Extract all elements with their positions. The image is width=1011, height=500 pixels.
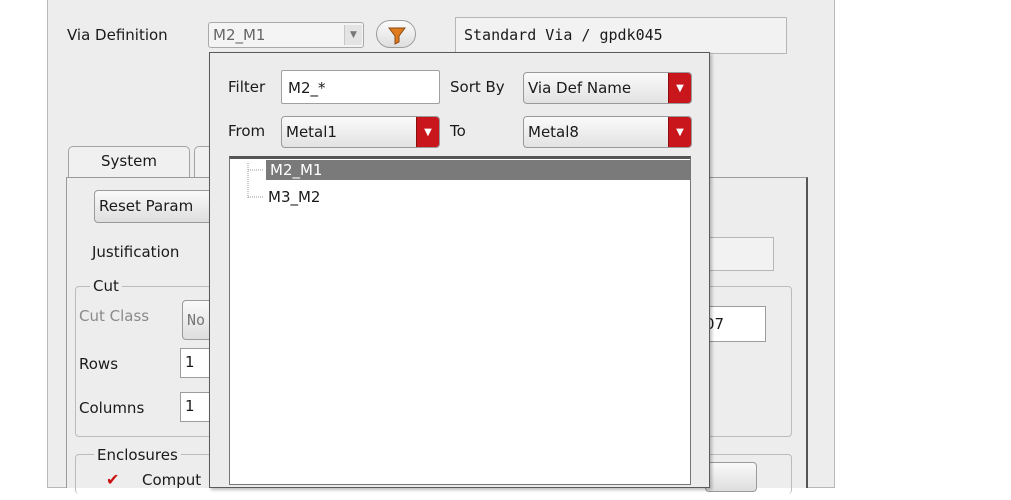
- compute-checkbox[interactable]: ✔: [106, 471, 119, 489]
- tab-system-label: System: [101, 152, 157, 170]
- to-layer-value: Metal8: [528, 123, 579, 141]
- sort-by-dropdown[interactable]: Via Def Name ▼: [523, 72, 692, 104]
- sort-by-value: Via Def Name: [528, 79, 632, 97]
- columns-value: 1: [185, 397, 195, 415]
- from-label: From: [228, 122, 266, 140]
- reset-params-button[interactable]: Reset Param: [94, 190, 214, 223]
- enclosures-group-label: Enclosures: [94, 445, 181, 465]
- justification-label: Justification: [92, 243, 180, 261]
- reset-params-label: Reset Param: [99, 197, 194, 215]
- via-definition-value: M2_M1: [213, 26, 266, 44]
- to-layer-dropdown[interactable]: Metal8 ▼: [523, 116, 692, 148]
- rows-value: 1: [185, 353, 195, 371]
- tree-item-label: M2_M1: [270, 161, 323, 179]
- tab-system[interactable]: System: [68, 146, 190, 178]
- via-info-text: Standard Via / gpdk045: [464, 26, 663, 44]
- from-layer-value: Metal1: [286, 123, 337, 141]
- columns-label: Columns: [79, 399, 145, 417]
- tree-item-label: M3_M2: [268, 188, 321, 206]
- enclosures-button[interactable]: [705, 462, 757, 492]
- filter-label: Filter: [228, 78, 266, 96]
- via-filter-popup: Filter M2_* Sort By Via Def Name ▼ From …: [209, 52, 710, 488]
- via-definition-tree[interactable]: M2_M1 M3_M2: [229, 156, 691, 485]
- compute-label: Comput: [142, 471, 202, 489]
- cut-class-label: Cut Class: [79, 307, 150, 325]
- chevron-down-icon[interactable]: ▼: [344, 25, 362, 45]
- via-definition-label: Via Definition: [67, 26, 168, 44]
- filter-input[interactable]: M2_*: [281, 70, 440, 104]
- funnel-icon: [388, 27, 406, 45]
- via-info-field: Standard Via / gpdk045: [455, 17, 787, 54]
- justification-field[interactable]: [700, 237, 774, 271]
- checkmark-icon: ✔: [106, 470, 120, 489]
- via-definition-dropdown[interactable]: M2_M1 ▼: [208, 22, 364, 48]
- sort-by-label: Sort By: [450, 78, 505, 96]
- to-label: To: [450, 122, 466, 140]
- chevron-down-icon[interactable]: ▼: [668, 73, 691, 103]
- cut-class-value: No: [187, 311, 206, 329]
- from-layer-dropdown[interactable]: Metal1 ▼: [281, 116, 440, 148]
- chevron-down-icon[interactable]: ▼: [416, 117, 439, 147]
- tree-item[interactable]: M3_M2: [264, 187, 324, 207]
- filter-button[interactable]: [376, 20, 416, 48]
- cut-group-label: Cut: [90, 276, 122, 296]
- filter-value: M2_*: [288, 79, 326, 97]
- rows-label: Rows: [79, 355, 119, 373]
- tree-item[interactable]: M2_M1: [266, 160, 690, 180]
- chevron-down-icon[interactable]: ▼: [668, 117, 691, 147]
